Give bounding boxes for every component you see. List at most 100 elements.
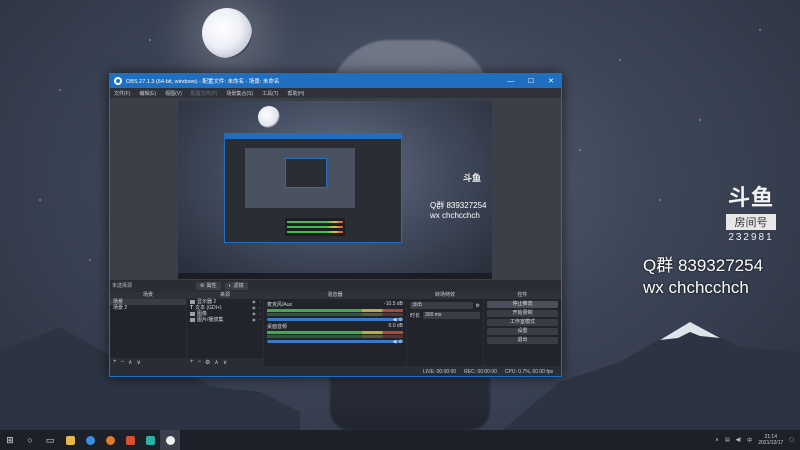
- menu-profile[interactable]: 配置文件(P): [191, 90, 218, 97]
- obs-menubar: 文件(F) 编辑(E) 视图(V) 配置文件(P) 场景集合(S) 工具(T) …: [110, 88, 561, 98]
- gear-icon[interactable]: ⚙: [476, 303, 480, 309]
- slideshow-icon: [190, 318, 195, 322]
- gear-icon[interactable]: ⚙: [399, 317, 403, 323]
- volume-meter: [267, 313, 403, 316]
- browser-icon[interactable]: [80, 430, 100, 450]
- preview-taskbar: [178, 273, 492, 279]
- volume-slider[interactable]: ◀ ⚙: [267, 317, 403, 323]
- filters-label: 滤镜: [233, 283, 244, 289]
- controls-header: 控件: [484, 292, 561, 299]
- move-up-button[interactable]: ∧: [214, 359, 218, 366]
- minimize-button[interactable]: —: [501, 78, 521, 85]
- volume-slider[interactable]: ◀ ⚙: [267, 339, 403, 345]
- nested-preview: [245, 148, 355, 208]
- duration-input[interactable]: 300 ms: [423, 312, 480, 319]
- track-name: 桌面音频: [267, 324, 288, 330]
- source-name: 图片/播放集: [197, 317, 224, 323]
- stream-overlay-text: Q群 839327254 wx chchcchch: [643, 255, 763, 299]
- task-view-icon[interactable]: ▭: [40, 430, 60, 450]
- search-icon[interactable]: ○: [20, 430, 40, 450]
- properties-button[interactable]: ⚙ 属性: [196, 281, 221, 290]
- speaker-icon[interactable]: ◀: [393, 317, 397, 323]
- studio-mode-button[interactable]: 工作室模式: [487, 319, 558, 326]
- menu-help[interactable]: 帮助(H): [287, 90, 304, 97]
- obs-statusbar: LIVE: 00:00:00 REC: 00:00:00 CPU: 0.7%, …: [110, 367, 561, 376]
- taskbar-clock[interactable]: 21:14 2021/12/17: [758, 434, 783, 446]
- app-icon-red[interactable]: [120, 430, 140, 450]
- overlay-wechat: wx chchcchch: [643, 278, 749, 297]
- source-toolbar: 未选择源 ⚙ 属性 ◐ 滤镜: [110, 280, 561, 291]
- app-icon-orange[interactable]: [100, 430, 120, 450]
- cpu-fps-status: CPU: 0.7%, 60.00 fps: [504, 368, 553, 375]
- file-explorer-icon[interactable]: [60, 430, 80, 450]
- nested-obs-window: [224, 133, 402, 243]
- sources-header: 来源: [187, 292, 263, 299]
- system-tray: ∧ ▤ ◀) 中 21:14 2021/12/17 ▢: [715, 434, 800, 446]
- move-down-button[interactable]: ∨: [223, 359, 227, 366]
- volume-meter: [267, 335, 403, 338]
- monitor-icon: [190, 300, 195, 304]
- source-settings-button[interactable]: ⚙: [205, 359, 210, 366]
- menu-tools[interactable]: 工具(T): [262, 90, 278, 97]
- preview-douyu-logo: 斗鱼: [463, 173, 482, 183]
- notification-icon[interactable]: ▢: [789, 437, 794, 443]
- menu-scene-collection[interactable]: 场景集合(S): [226, 90, 253, 97]
- obs-titlebar[interactable]: OBS 27.1.3 (64-bit, windows) - 配置文件: 未命名…: [110, 74, 561, 88]
- track-db: 0.0 dB: [388, 323, 403, 329]
- transition-select[interactable]: 淡出: [410, 302, 473, 309]
- controls-dock: 控件 停止推流 开始录制 工作室模式 设置 退出: [484, 292, 561, 366]
- obs-taskbar-icon[interactable]: [160, 430, 180, 450]
- nested-mixer: [285, 218, 345, 236]
- start-recording-button[interactable]: 开始录制: [487, 310, 558, 317]
- add-source-button[interactable]: +: [190, 359, 194, 365]
- volume-meter: [267, 309, 403, 312]
- menu-view[interactable]: 视图(V): [165, 90, 182, 97]
- transitions-dock: 转场特效 淡出 ⚙ 时长 300 ms: [407, 292, 483, 366]
- douyu-logo: 斗鱼: [727, 186, 774, 211]
- scenes-toolbar: + − ∧ ∨: [110, 358, 189, 366]
- mixer-track-desktop: 桌面音频 0.0 dB ◀ ⚙: [267, 323, 403, 345]
- network-icon[interactable]: ▤: [725, 437, 730, 443]
- filters-button[interactable]: ◐ 滤镜: [224, 281, 248, 290]
- settings-button[interactable]: 设置: [487, 328, 558, 335]
- lock-icon[interactable]: ▫: [260, 317, 261, 323]
- obs-window: OBS 27.1.3 (64-bit, windows) - 配置文件: 未命名…: [109, 73, 562, 377]
- preview-overlay-text: Q群 839327254 wx chchcchch: [430, 201, 487, 221]
- gear-icon: ⚙: [200, 282, 205, 289]
- windows-icon[interactable]: ⊞: [0, 430, 20, 450]
- menu-edit[interactable]: 编辑(E): [139, 90, 156, 97]
- windows-taskbar: ⊞ ○ ▭ ∧ ▤ ◀) 中 21:14 2021/12/17 ▢: [0, 430, 800, 450]
- move-up-button[interactable]: ∧: [128, 359, 132, 366]
- rec-indicator: REC: 00:00:00: [464, 368, 497, 375]
- eye-icon[interactable]: ◉: [252, 317, 256, 323]
- live-indicator: LIVE: 00:00:00: [423, 368, 457, 375]
- close-button[interactable]: ✕: [541, 77, 561, 85]
- stop-streaming-button[interactable]: 停止推流: [487, 301, 558, 308]
- remove-source-button[interactable]: −: [198, 359, 202, 365]
- app-icon-teal[interactable]: [140, 430, 160, 450]
- source-item[interactable]: 图片/播放集 ◉ ▫: [187, 317, 263, 323]
- remove-scene-button[interactable]: −: [121, 359, 125, 365]
- maximize-button[interactable]: ☐: [521, 77, 541, 85]
- exit-button[interactable]: 退出: [487, 337, 558, 344]
- move-down-button[interactable]: ∨: [136, 359, 140, 366]
- track-name: 麦克风/Aux: [267, 302, 293, 308]
- douyu-room-label: 房间号: [726, 214, 776, 230]
- preview-moon: [258, 106, 280, 128]
- sources-dock: 来源 显示器 2 ◉ ▫ T 文本 (GDI+) ◉ ▫ 图像 ◉ ▫ 图片/播放集 …: [187, 292, 266, 366]
- speaker-icon[interactable]: ◀: [393, 339, 397, 345]
- obs-preview-area[interactable]: 斗鱼 Q群 839327254 wx chchcchch: [110, 98, 561, 280]
- properties-label: 属性: [206, 283, 217, 289]
- preview-canvas[interactable]: 斗鱼 Q群 839327254 wx chchcchch: [178, 101, 492, 279]
- scenes-dock: 场景 场景 场景 2 + − ∧ ∨: [110, 292, 189, 366]
- text-icon: T: [190, 305, 194, 311]
- chevron-up-icon[interactable]: ∧: [715, 437, 719, 443]
- scene-item[interactable]: 场景 2: [110, 305, 186, 311]
- gear-icon[interactable]: ⚙: [399, 339, 403, 345]
- add-scene-button[interactable]: +: [113, 359, 117, 365]
- ime-icon[interactable]: 中: [747, 437, 752, 444]
- obs-window-title: OBS 27.1.3 (64-bit, windows) - 配置文件: 未命名…: [126, 79, 280, 85]
- no-source-selected-label: 未选择源: [112, 283, 133, 289]
- volume-icon[interactable]: ◀): [736, 437, 742, 443]
- menu-file[interactable]: 文件(F): [114, 90, 130, 97]
